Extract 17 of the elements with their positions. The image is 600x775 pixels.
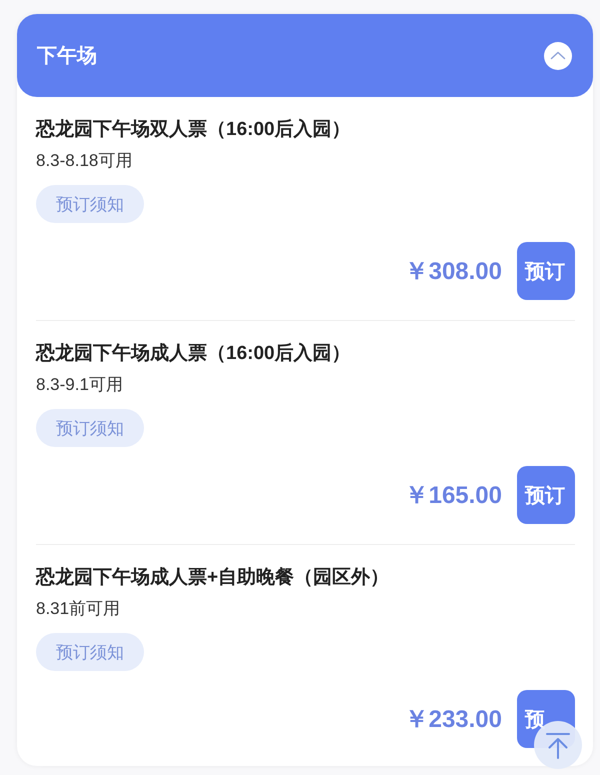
book-button[interactable]: 预订 xyxy=(517,466,575,524)
section-header[interactable]: 下午场 xyxy=(17,14,593,97)
ticket-name: 恐龙园下午场成人票（16:00后入园） xyxy=(36,342,351,366)
validity-text: 8.3-8.18可用 xyxy=(36,150,132,172)
validity-text: 8.3-9.1可用 xyxy=(36,374,123,396)
book-button[interactable]: 预订 xyxy=(517,242,575,300)
ticket-price: ￥233.00 xyxy=(404,705,502,735)
booking-notice-button[interactable]: 预订须知 xyxy=(36,633,144,671)
booking-notice-button[interactable]: 预订须知 xyxy=(36,409,144,447)
section-title: 下午场 xyxy=(37,44,97,69)
booking-notice-button[interactable]: 预订须知 xyxy=(36,185,144,223)
chevron-up-icon[interactable] xyxy=(544,42,572,70)
ticket-name: 恐龙园下午场双人票（16:00后入园） xyxy=(36,118,351,142)
ticket-price: ￥308.00 xyxy=(404,257,502,287)
ticket-name: 恐龙园下午场成人票+自助晚餐（园区外） xyxy=(36,566,390,590)
ticket-price: ￥165.00 xyxy=(404,481,502,511)
validity-text: 8.31前可用 xyxy=(36,598,120,620)
